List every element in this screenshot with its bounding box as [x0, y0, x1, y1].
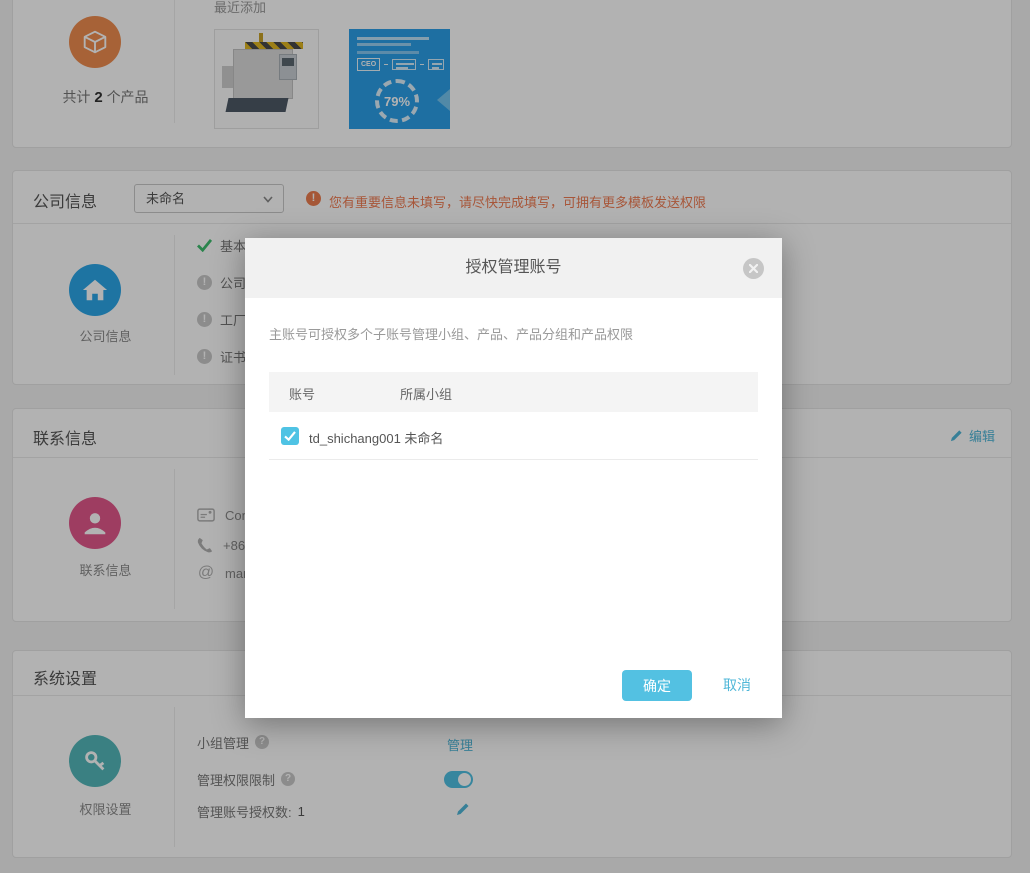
table-header: 账号 所属小组	[269, 372, 758, 412]
account-name: td_shichang001 未命名	[309, 428, 443, 447]
column-header-group: 所属小组	[400, 384, 452, 403]
modal-description: 主账号可授权多个子账号管理小组、产品、产品分组和产品权限	[269, 324, 633, 343]
table-row: td_shichang001 未命名	[269, 412, 758, 460]
modal-title: 授权管理账号	[245, 238, 782, 298]
account-checkbox[interactable]	[281, 427, 299, 445]
accounts-table: 账号 所属小组 td_shichang001 未命名	[269, 372, 758, 460]
authorize-account-modal: 授权管理账号 主账号可授权多个子账号管理小组、产品、产品分组和产品权限 账号 所…	[245, 238, 782, 718]
close-icon[interactable]	[743, 258, 764, 279]
column-header-account: 账号	[289, 384, 315, 403]
cancel-button[interactable]: 取消	[707, 670, 767, 701]
app-screen: 共计 2 个产品 最近添加 CEO	[0, 0, 1030, 873]
confirm-button[interactable]: 确定	[622, 670, 692, 701]
modal-header: 授权管理账号	[245, 238, 782, 298]
checkmark-icon	[284, 431, 296, 441]
